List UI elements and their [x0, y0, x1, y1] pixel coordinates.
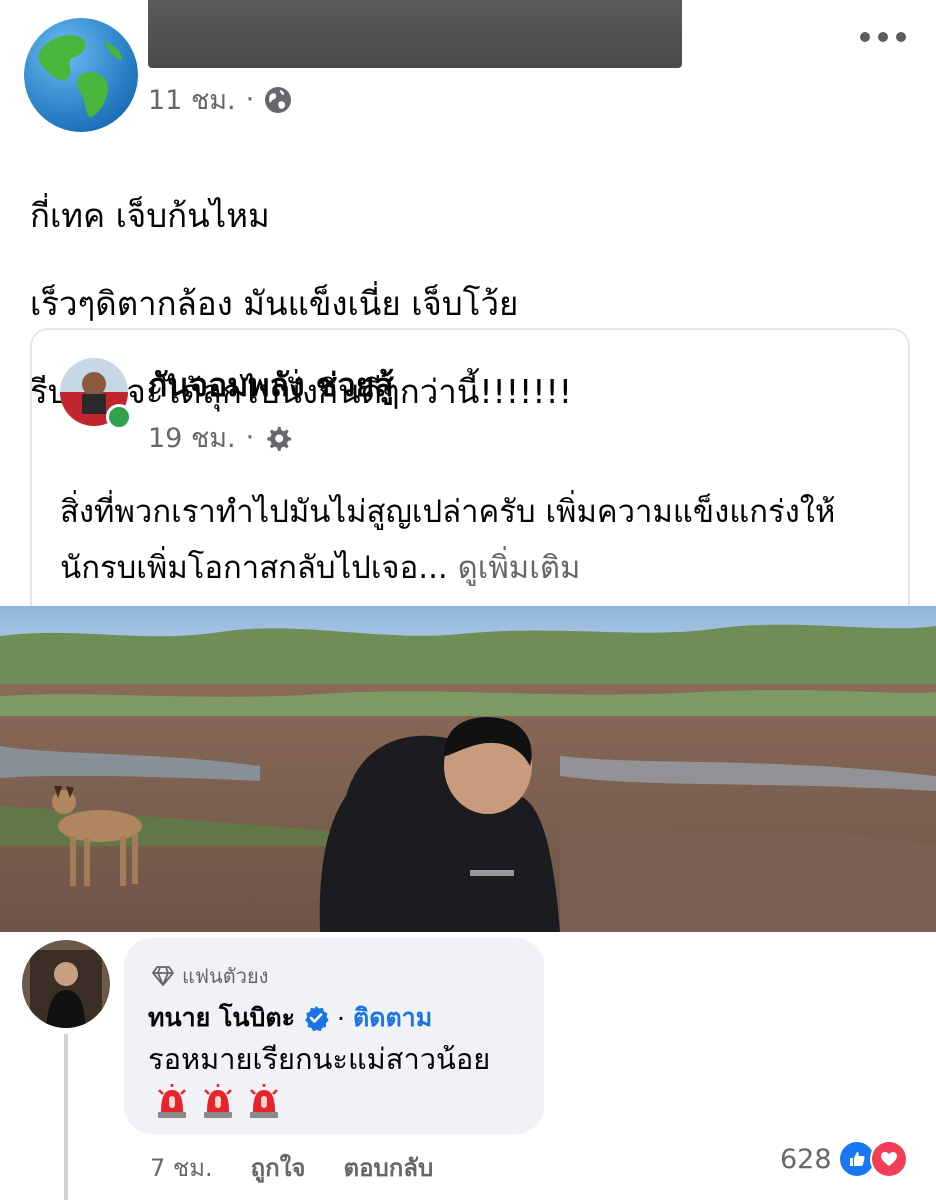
shared-author-name[interactable]: กันจอมพลัง ช่วยสู้: [148, 360, 394, 411]
reaction-summary[interactable]: 628: [780, 1140, 908, 1178]
commenter-row: ทนาย โนบิตะ · ติดตาม: [148, 998, 432, 1038]
verified-icon: [305, 1006, 329, 1031]
siren-icon: [204, 1084, 232, 1118]
meta-separator: ·: [245, 84, 255, 115]
landscape-photo: [0, 606, 936, 932]
shared-time[interactable]: 19 ชม.: [148, 416, 236, 459]
more-dot: [878, 32, 888, 42]
gear-icon: [267, 426, 292, 451]
siren-icon: [158, 1084, 186, 1118]
post-line: เร็วๆดิตากล้อง มันแข็งเนี่ย เจ็บโว้ย: [30, 284, 519, 323]
follow-button[interactable]: ติดตาม: [353, 998, 432, 1038]
avatar-photo: [22, 940, 110, 1028]
redacted-author-name: [148, 0, 682, 68]
commenter-name[interactable]: ทนาย โนบิตะ: [148, 998, 295, 1038]
shared-post-text: สิ่งที่พวกเราทำไปมันไม่สูญเปล่าครับ เพิ่…: [60, 484, 890, 596]
shared-post-photo[interactable]: [0, 606, 936, 932]
reaction-count: 628: [780, 1143, 832, 1175]
fan-badge-label: แฟนตัวยง: [182, 964, 269, 988]
commenter-avatar[interactable]: [22, 940, 110, 1028]
name-separator: ·: [337, 1003, 345, 1033]
author-avatar[interactable]: [24, 18, 138, 132]
like-button[interactable]: ถูกใจ: [251, 1148, 306, 1187]
earth-icon: [24, 18, 138, 132]
diamond-icon: [152, 966, 174, 986]
comment-text: รอหมายเรียกนะแม่สาวน้อย: [148, 1042, 491, 1076]
emoji-row: [156, 1084, 280, 1118]
more-dot: [860, 32, 870, 42]
reply-button[interactable]: ตอบกลับ: [343, 1148, 433, 1187]
post-line: กี่เทค เจ็บก้นไหม: [30, 196, 270, 235]
online-status-dot: [106, 404, 132, 430]
more-options-button[interactable]: [860, 32, 906, 42]
love-icon: [869, 1140, 908, 1178]
top-fan-badge: แฟนตัวยง: [152, 960, 268, 992]
globe-icon: [265, 86, 292, 113]
thread-line: [64, 1034, 68, 1200]
comment-time[interactable]: 7 ชม.: [150, 1148, 213, 1187]
see-more-link[interactable]: ดูเพิ่มเติม: [458, 550, 581, 586]
shared-text: สิ่งที่พวกเราทำไปมันไม่สูญเปล่าครับ เพิ่…: [60, 494, 836, 586]
more-dot: [896, 32, 906, 42]
post-meta: 11 ชม. ·: [148, 78, 292, 121]
comment-actions: 7 ชม. ถูกใจ ตอบกลับ: [150, 1148, 433, 1187]
heart-glyph: [880, 1152, 897, 1166]
siren-icon: [250, 1084, 278, 1118]
thumb-glyph: [849, 1152, 865, 1166]
meta-separator: ·: [245, 422, 255, 453]
shared-meta: 19 ชม. ·: [148, 416, 292, 459]
post-time[interactable]: 11 ชม.: [148, 78, 236, 121]
